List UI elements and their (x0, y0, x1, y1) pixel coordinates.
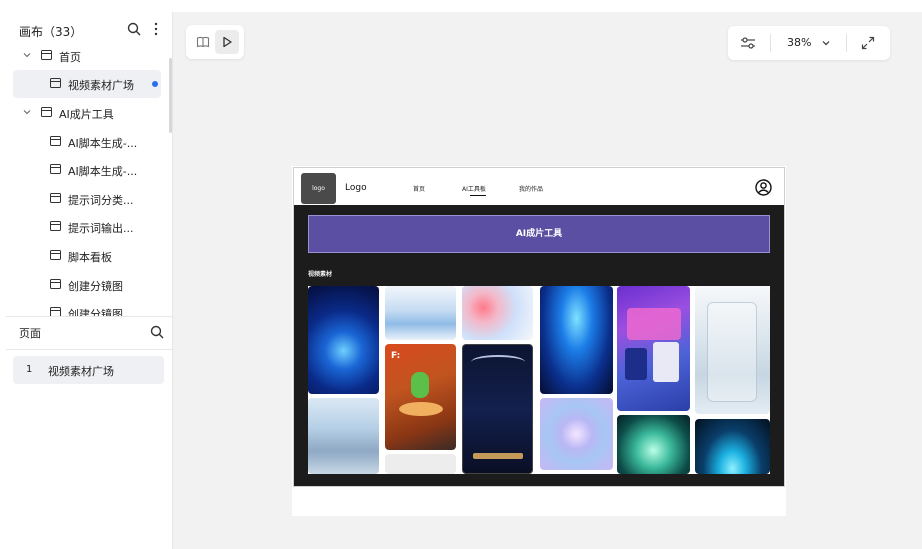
tree-item-storyboard-1[interactable]: 创建分镜图 (13, 271, 161, 299)
settings-sliders-icon[interactable] (740, 36, 756, 50)
canvas-tree: 首页 视频素材广场 AI成片工具 AI脚本生成-... AI脚本生成-... 提… (6, 42, 172, 316)
frame-preview[interactable]: logo Logo 首页 AI工具板 我的作品 AI成片工具 视频素材 F: (292, 166, 786, 516)
page-item[interactable]: 1 视频素材广场 (13, 356, 164, 384)
frame-icon (41, 50, 52, 60)
thumbnail-text: F: (391, 351, 401, 361)
tree-item-home[interactable]: 首页 (13, 42, 161, 70)
video-thumbnail[interactable] (308, 398, 379, 474)
video-thumbnail[interactable] (695, 286, 770, 414)
chevron-down-icon[interactable] (23, 108, 31, 116)
tree-item-label: 创建分镜图 (68, 308, 123, 316)
play-icon (223, 36, 232, 48)
toolbar-separator (770, 34, 771, 52)
tree-item-prompt-category[interactable]: 提示词分类... (13, 185, 161, 213)
fullscreen-icon[interactable] (861, 36, 875, 50)
frame-icon (41, 107, 52, 117)
preview-banner[interactable]: AI成片工具 (308, 215, 770, 253)
active-indicator-dot (152, 81, 158, 87)
video-thumbnail[interactable] (695, 419, 770, 474)
preview-nav-active-underline (470, 195, 486, 196)
more-vertical-icon[interactable] (151, 22, 161, 36)
frame-icon (50, 279, 61, 289)
view-toolbar (186, 25, 244, 59)
tree-item-label: 提示词分类... (68, 194, 134, 207)
frame-icon (50, 78, 61, 88)
tree-item-label: AI脚本生成-... (68, 165, 138, 178)
video-gallery: F: (308, 286, 770, 474)
video-thumbnail[interactable] (617, 286, 690, 411)
tree-item-storyboard-2[interactable]: 创建分镜图 (13, 299, 161, 316)
video-thumbnail[interactable] (462, 286, 533, 340)
tree-item-label: 视频素材广场 (68, 79, 134, 92)
preview-body: AI成片工具 视频素材 F: (293, 205, 785, 487)
chevron-down-icon[interactable] (23, 51, 31, 59)
video-thumbnail[interactable] (462, 344, 533, 474)
zoom-toolbar: 38% (728, 26, 890, 60)
tree-item-script-gen-2[interactable]: AI脚本生成-... (13, 156, 161, 184)
play-button[interactable] (215, 30, 239, 54)
frame-icon (50, 193, 61, 203)
pages-panel-title: 页面 (19, 327, 41, 340)
tree-item-label: 创建分镜图 (68, 280, 123, 293)
frame-icon (50, 250, 61, 260)
tree-item-video-square[interactable]: 视频素材广场 (13, 70, 161, 98)
preview-nav-home[interactable]: 首页 (413, 184, 425, 193)
search-icon[interactable] (127, 22, 141, 36)
preview-nav-my-works[interactable]: 我的作品 (519, 184, 543, 193)
toolbar-separator (846, 34, 847, 52)
canvas-panel-title: 画布（33） (19, 25, 83, 39)
preview-logo-box: logo (301, 173, 336, 204)
video-thumbnail[interactable] (540, 398, 613, 470)
layers-sidebar: 画布（33） 首页 视频素材广场 AI成片工具 AI脚本生成-... AI脚本生… (6, 12, 172, 549)
video-thumbnail[interactable] (385, 454, 456, 474)
book-icon (196, 36, 210, 48)
page-number: 1 (26, 364, 33, 375)
tree-item-label: AI成片工具 (59, 108, 114, 121)
preview-logo-text: Logo (345, 183, 367, 193)
tree-item-label: 脚本看板 (68, 251, 112, 264)
video-thumbnail[interactable] (308, 286, 379, 394)
chevron-down-icon[interactable] (822, 39, 830, 47)
tree-item-prompt-output[interactable]: 提示词输出... (13, 213, 161, 241)
book-view-button[interactable] (191, 30, 215, 54)
preview-nav-ai-tools[interactable]: AI工具板 (462, 184, 486, 193)
video-thumbnail[interactable] (385, 286, 456, 340)
tree-item-label: AI脚本生成-... (68, 137, 138, 150)
tree-item-script-board[interactable]: 脚本看板 (13, 242, 161, 270)
frame-icon (50, 221, 61, 231)
design-canvas[interactable]: 38% logo Logo 首页 AI工具板 我的作品 AI成片工具 视频素材 (172, 12, 922, 549)
panel-divider (6, 349, 172, 350)
video-thumbnail[interactable] (617, 415, 690, 474)
video-thumbnail[interactable] (540, 286, 613, 394)
frame-icon (50, 307, 61, 316)
panel-divider (6, 316, 172, 317)
frame-icon (50, 136, 61, 146)
tree-item-label: 提示词输出... (68, 222, 134, 235)
zoom-level[interactable]: 38% (787, 36, 811, 49)
video-thumbnail[interactable]: F: (385, 344, 456, 450)
tree-item-label: 首页 (59, 51, 81, 64)
user-icon[interactable] (755, 179, 772, 196)
tree-item-ai-tools[interactable]: AI成片工具 (13, 99, 161, 127)
preview-section-title: 视频素材 (308, 271, 333, 278)
tree-item-script-gen-1[interactable]: AI脚本生成-... (13, 128, 161, 156)
preview-header: logo Logo 首页 AI工具板 我的作品 (293, 167, 785, 205)
page-item-label: 视频素材广场 (48, 365, 114, 378)
search-icon[interactable] (150, 325, 164, 339)
frame-icon (50, 164, 61, 174)
